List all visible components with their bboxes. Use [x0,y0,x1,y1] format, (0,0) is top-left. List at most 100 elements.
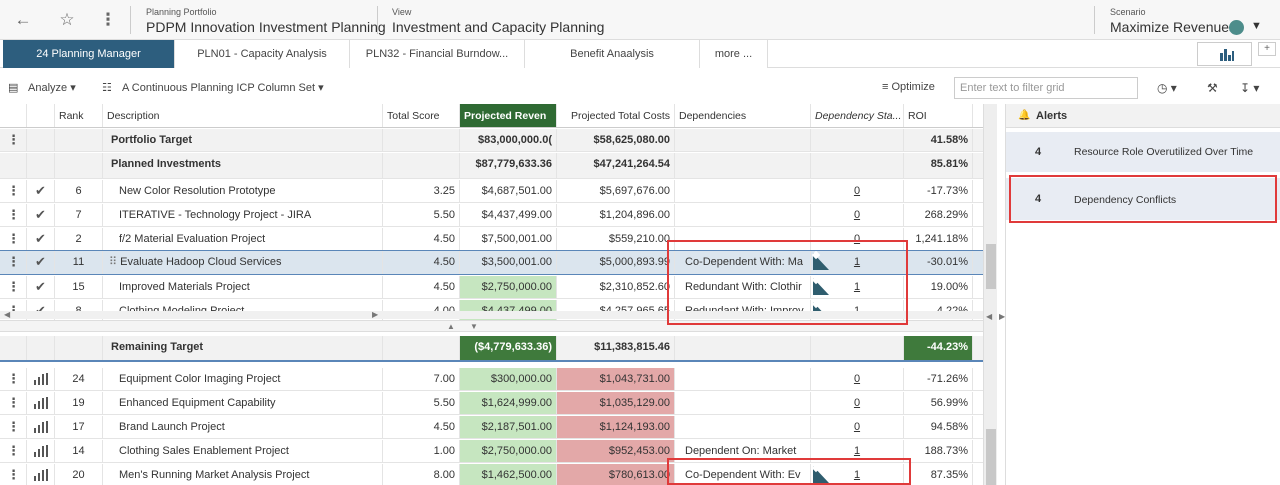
rank-cell: 11 [55,251,103,274]
row-menu[interactable]: ⋮ [0,180,27,202]
row-menu[interactable]: ⋮ [0,440,27,462]
dependency-count-link[interactable]: 1 [854,445,860,457]
wrench-icon[interactable]: ⚒ [1207,81,1218,95]
dependency-count-link[interactable]: 0 [854,421,860,433]
column-header-dependencies[interactable]: Dependencies [675,104,811,127]
row-menu[interactable]: ⋮ [0,392,27,414]
more-vertical-icon[interactable]: ⋮ [7,467,20,482]
tab-financial-burndown[interactable]: PLN32 - Financial Burndow... [350,40,525,68]
description-cell[interactable]: ITERATIVE - Technology Project - JIRA [103,204,383,226]
row-menu[interactable]: ⋮ [0,204,27,226]
chart-view-button[interactable] [1197,42,1252,66]
more-vertical-icon[interactable]: ⋮ [7,207,20,222]
filter-grid-input[interactable] [954,77,1138,99]
more-vertical-icon[interactable]: ⋮ [7,419,20,434]
rank-cell: 14 [55,440,103,462]
planned-investments-row: Planned Investments $87,779,633.36 $47,2… [0,153,983,179]
column-header-projected-costs[interactable]: Projected Total Costs [557,104,675,127]
tab-benefit-analysis[interactable]: Benefit Anaalysis [525,40,700,68]
table-row[interactable]: ⋮ 19 Enhanced Equipment Capability 5.50 … [0,392,983,415]
scenario-name[interactable]: Maximize Revenues [1110,19,1236,35]
tab-more[interactable]: more ... [700,40,768,68]
column-header-projected-revenue[interactable]: Projected Reven [460,104,557,127]
row-menu[interactable]: ⋮ [0,129,27,151]
scroll-left-icon[interactable]: ◀ [986,312,992,321]
clock-icon[interactable]: ◷ ▾ [1157,81,1177,95]
vertical-scrollbar[interactable] [983,104,997,485]
description-cell[interactable]: f/2 Material Evaluation Project [103,228,383,250]
scroll-right-icon[interactable]: ▶ [372,310,378,319]
portfolio-name[interactable]: PDPM Innovation Investment Planning [146,19,386,35]
analyze-menu[interactable]: Analyze ▾ [28,81,76,94]
chevron-down-icon[interactable]: ▼ [1251,20,1262,32]
row-icon-cell [27,440,55,462]
description-cell[interactable]: ⠿ Evaluate Hadoop Cloud Services [103,251,383,274]
description-cell[interactable]: New Color Resolution Prototype [103,180,383,202]
dependency-count-link[interactable]: 0 [854,373,860,385]
alert-item[interactable]: 4 Resource Role Overutilized Over Time [1006,132,1280,172]
divider [377,6,378,34]
row-menu [0,336,27,360]
costs-cell: $1,124,193.00 [557,416,675,438]
description-cell[interactable]: Clothing Sales Enablement Project [103,440,383,462]
description-cell[interactable]: Enhanced Equipment Capability [103,392,383,414]
alerts-title: Alerts [1036,110,1068,122]
summary-label: Portfolio Target [103,129,383,151]
table-row[interactable]: ⋮ 17 Brand Launch Project 4.50 $2,187,50… [0,416,983,439]
tab-capacity-analysis[interactable]: PLN01 - Capacity Analysis [175,40,350,68]
column-header-roi[interactable]: ROI [904,104,973,127]
column-header-total-score[interactable]: Total Score [383,104,460,127]
view-name[interactable]: Investment and Capacity Planning [392,19,604,35]
table-row[interactable]: ⋮ ✔ 7 ITERATIVE - Technology Project - J… [0,204,983,227]
summary-label: Planned Investments [103,153,383,178]
revenue-cell: $2,750,000.00 [460,276,557,298]
scrollbar-thumb[interactable] [986,244,996,289]
costs-cell: $1,204,896.00 [557,204,675,226]
row-menu[interactable]: ⋮ [0,464,27,485]
more-vertical-icon[interactable]: ⋮ [7,371,20,386]
table-row[interactable]: ⋮ ✔ 6 New Color Resolution Prototype 3.2… [0,180,983,203]
more-vertical-icon[interactable]: ⋮ [7,279,20,294]
score-cell: 4.50 [383,251,460,274]
column-header-description[interactable]: Description [103,104,383,127]
drag-handle-icon[interactable]: ⠿ [109,256,117,268]
more-vertical-icon[interactable]: ⋮ [7,443,20,458]
tab-planning-manager[interactable]: 24 Planning Manager [3,40,175,68]
dependency-count-link[interactable]: 0 [854,209,860,221]
more-vertical-icon[interactable]: ⋮ [97,10,119,30]
column-header-rank[interactable]: Rank [55,104,103,127]
row-menu[interactable]: ⋮ [0,228,27,250]
collapse-up-icon[interactable]: ▲ [447,322,455,331]
expand-down-icon[interactable]: ▼ [470,322,478,331]
add-tab-button[interactable]: + [1258,42,1276,56]
more-vertical-icon[interactable]: ⋮ [7,395,20,410]
column-set-menu[interactable]: A Continuous Planning ICP Column Set ▾ [122,81,324,94]
star-icon[interactable]: ☆ [56,10,78,30]
more-vertical-icon[interactable]: ⋮ [7,183,20,198]
description-cell[interactable]: Equipment Color Imaging Project [103,368,383,390]
row-icon-cell [27,464,55,485]
row-menu[interactable]: ⋮ [0,368,27,390]
row-menu[interactable]: ⋮ [0,416,27,438]
dependency-count-link[interactable]: 0 [854,397,860,409]
optimize-button[interactable]: ≡ Optimize [882,81,935,93]
column-header-dependency-status[interactable]: Dependency Sta... [811,104,904,127]
more-vertical-icon[interactable]: ⋮ [7,254,20,269]
scroll-left-icon[interactable]: ◀ [4,310,10,319]
description-cell[interactable]: Improved Materials Project [103,276,383,298]
download-icon[interactable]: ↧ ▾ [1240,81,1259,95]
scrollbar-thumb[interactable] [986,429,996,485]
more-vertical-icon[interactable]: ⋮ [7,231,20,246]
row-menu[interactable]: ⋮ [0,276,27,298]
scenario-status-icon [1229,20,1244,35]
revenue-cell: $1,624,999.00 [460,392,557,414]
more-vertical-icon[interactable]: ⋮ [7,132,20,147]
description-cell[interactable]: Brand Launch Project [103,416,383,438]
rank-cell: 6 [55,180,103,202]
roi-cell: -30.01% [904,251,973,274]
back-arrow-icon[interactable]: ← [12,10,34,30]
dependency-count-link[interactable]: 0 [854,185,860,197]
description-cell[interactable]: Men's Running Market Analysis Project [103,464,383,485]
table-row[interactable]: ⋮ 24 Equipment Color Imaging Project 7.0… [0,368,983,391]
row-menu[interactable]: ⋮ [0,251,27,274]
